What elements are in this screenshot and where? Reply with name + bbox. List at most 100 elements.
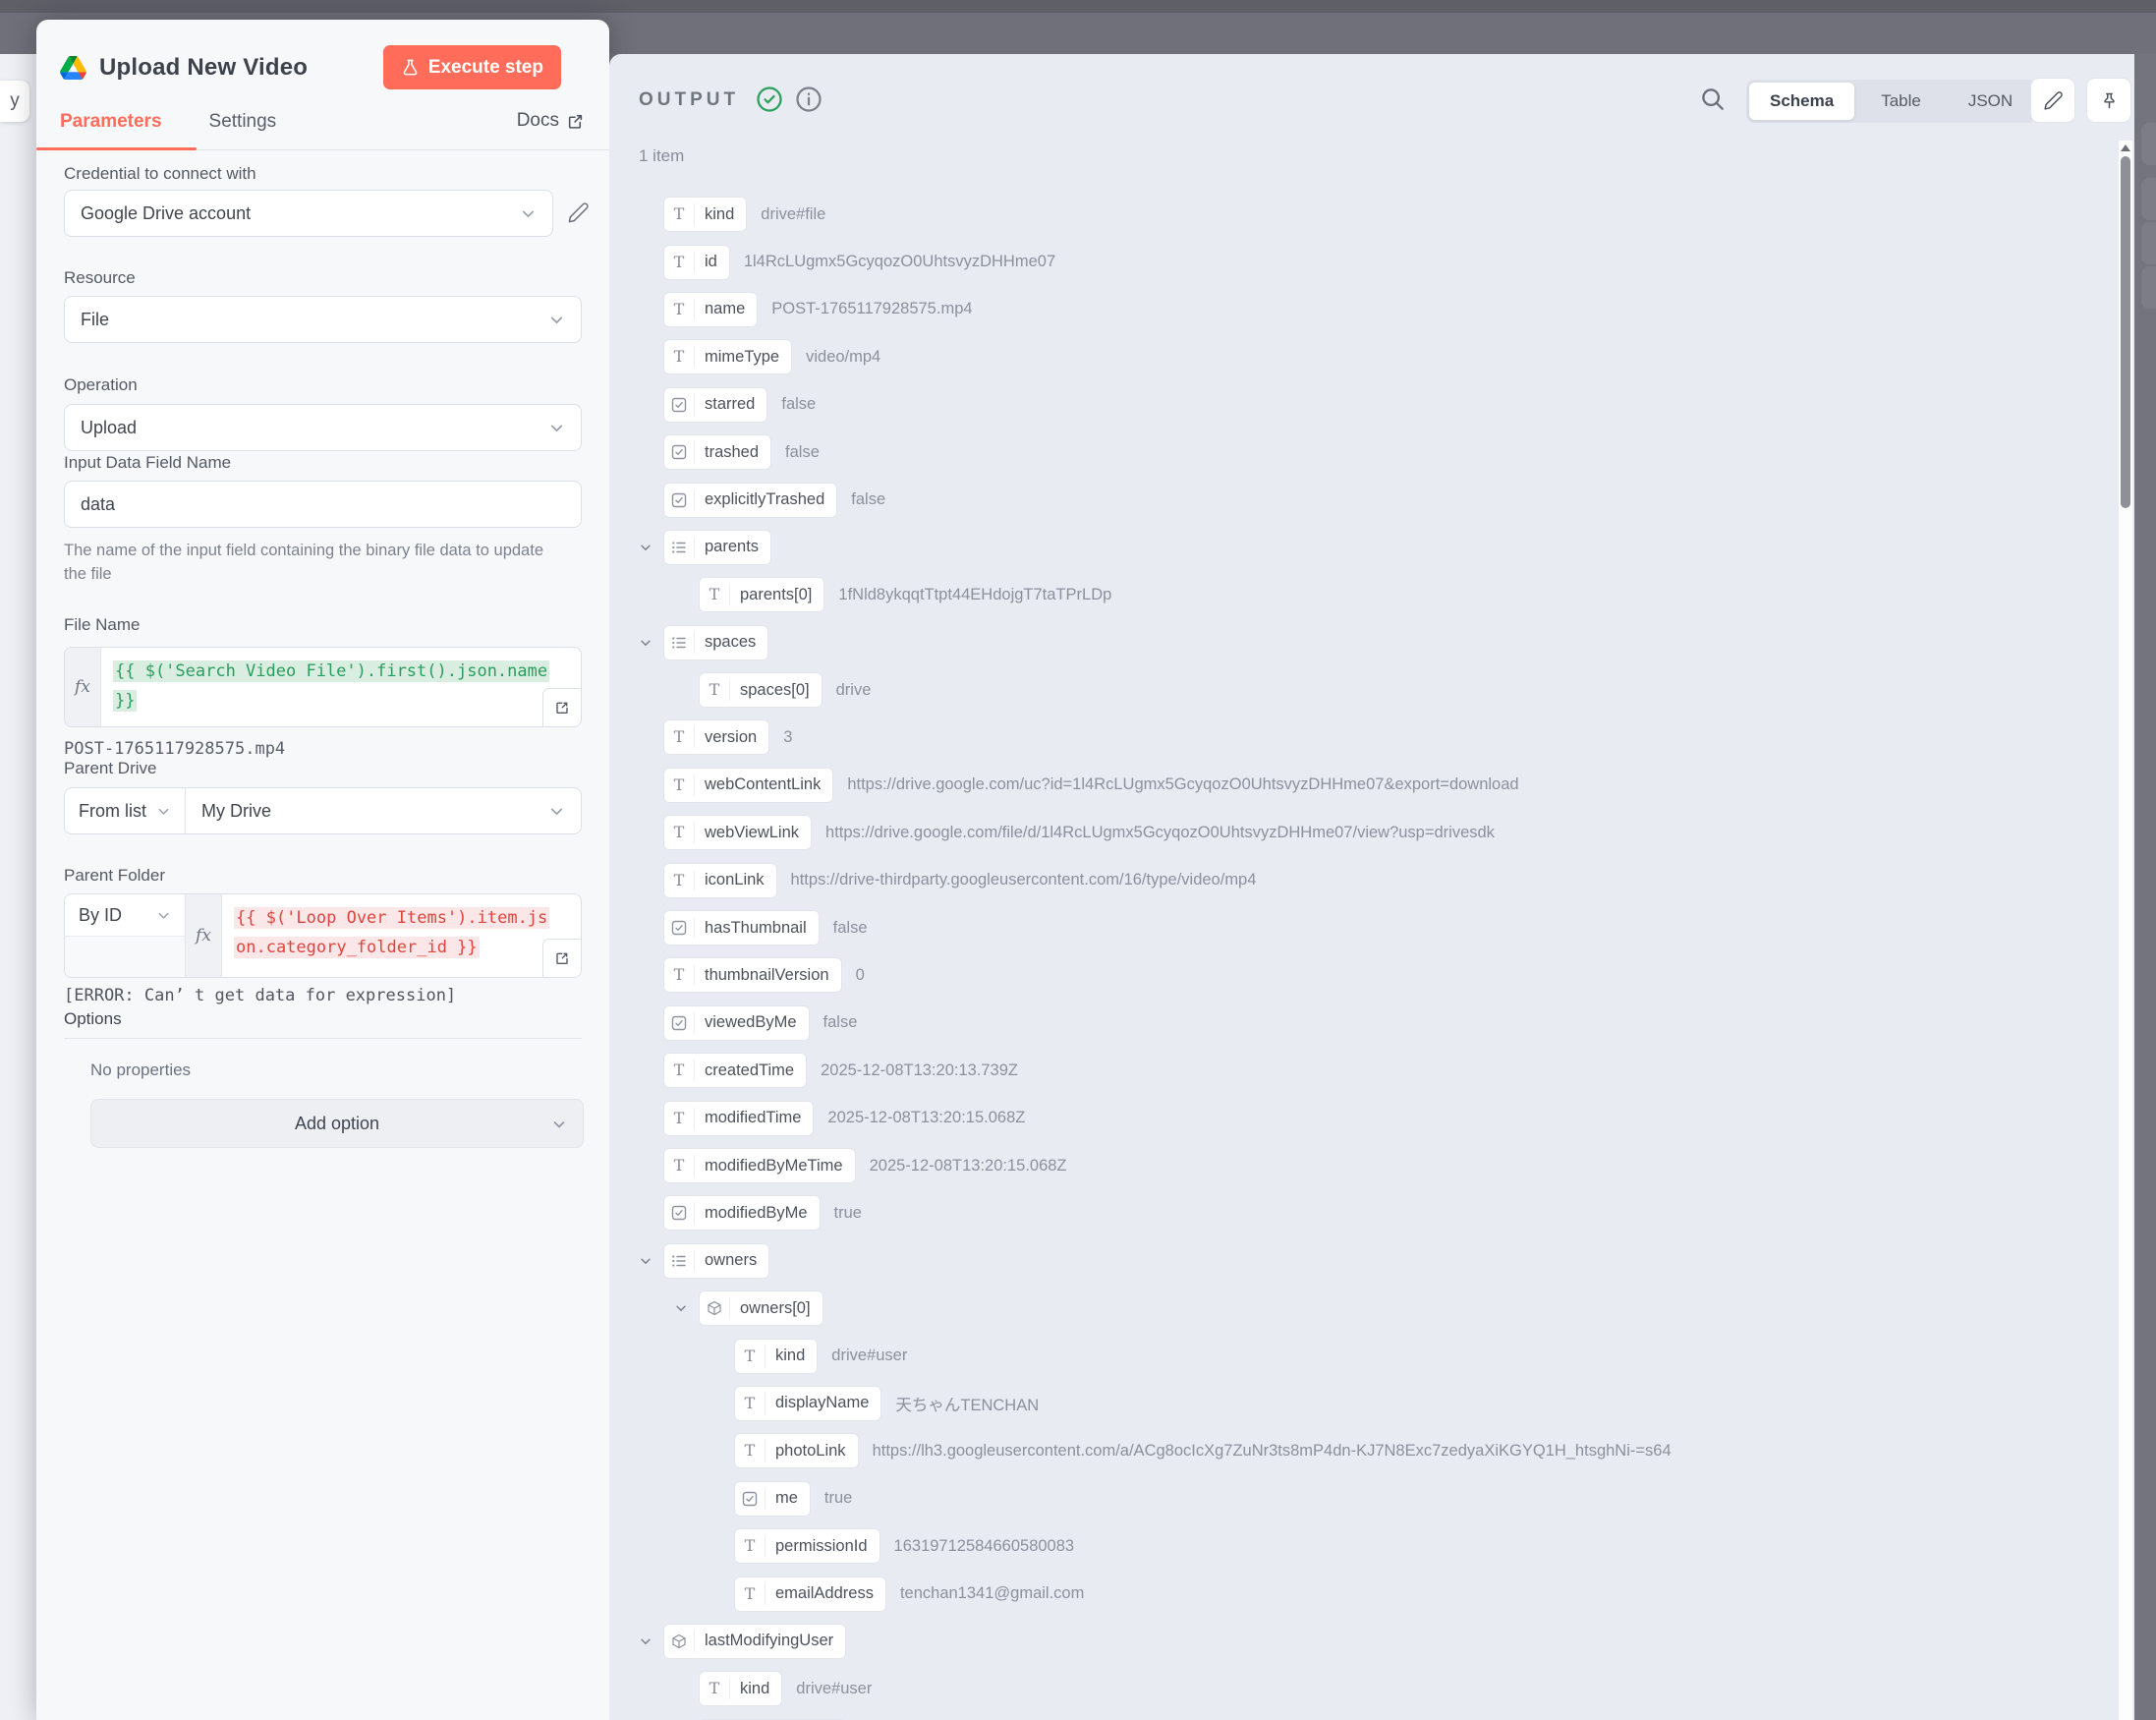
schema-value: true: [824, 1489, 852, 1508]
schema-value: false: [781, 395, 816, 414]
open-expression-editor-icon[interactable]: [542, 688, 581, 726]
items-count: 1 item: [639, 146, 684, 166]
schema-value: drive#file: [761, 205, 825, 224]
schema-row: viewedByMefalse: [609, 1000, 2113, 1047]
schema-key-pill[interactable]: TiconLink: [664, 864, 776, 897]
schema-key: iconLink: [695, 871, 776, 889]
collapse-chevron-icon[interactable]: [639, 1254, 652, 1268]
schema-key-pill[interactable]: me: [735, 1482, 810, 1516]
schema-row: TwebViewLinkhttps://drive.google.com/fil…: [609, 809, 2113, 856]
schema-row: Tversion3: [609, 714, 2113, 761]
collapse-chevron-icon[interactable]: [674, 1301, 688, 1315]
collapse-chevron-icon[interactable]: [639, 636, 652, 650]
schema-key: me: [766, 1489, 810, 1508]
schema-row: TiconLinkhttps://drive-thirdparty.google…: [609, 856, 2113, 903]
expression-code[interactable]: {{ $('Search Video File').first().json.n…: [101, 648, 581, 726]
schema-key-pill[interactable]: explicitlyTrashed: [664, 484, 836, 517]
schema-key-pill[interactable]: trashed: [664, 435, 770, 469]
view-tab-schema[interactable]: Schema: [1749, 83, 1854, 120]
string-type-icon: T: [664, 252, 695, 273]
schema-key-pill[interactable]: TemailAddress: [735, 1577, 885, 1611]
schema-key-pill[interactable]: Tparents[0]: [700, 578, 823, 611]
schema-key: starred: [695, 395, 766, 414]
search-icon[interactable]: [1698, 85, 1728, 119]
schema-key-pill[interactable]: TthumbnailVersion: [664, 958, 841, 992]
schema-key-pill[interactable]: TphotoLink: [735, 1434, 858, 1467]
list-type-icon: [664, 632, 695, 654]
schema-row: TdisplayName天ちゃんTENCHAN: [609, 1380, 2113, 1427]
schema-key-pill[interactable]: owners[0]: [700, 1291, 823, 1325]
credential-select[interactable]: Google Drive account: [64, 190, 553, 237]
parent-drive-select[interactable]: My Drive: [186, 788, 581, 833]
parent-folder-mode: By ID: [79, 905, 122, 926]
schema-key: displayName: [766, 1394, 880, 1412]
resource-select[interactable]: File: [64, 296, 582, 343]
info-icon[interactable]: [794, 85, 823, 114]
parent-folder-error: [ERROR: Can’ t get data for expression]: [64, 986, 456, 1005]
open-expression-editor-icon[interactable]: [542, 939, 581, 977]
parent-folder-mode-select[interactable]: By ID: [65, 894, 185, 937]
scrollbar-thumb[interactable]: [2121, 156, 2130, 508]
schema-value: 16319712584660580083: [894, 1537, 1075, 1556]
view-tab-table[interactable]: Table: [1860, 83, 1942, 120]
schema-key-pill[interactable]: Tname: [664, 293, 757, 326]
schema-key-pill[interactable]: Tversion: [664, 720, 768, 754]
schema-key-pill[interactable]: TmodifiedTime: [664, 1102, 813, 1135]
scrollbar[interactable]: [2119, 141, 2132, 1720]
string-type-icon: T: [664, 203, 695, 225]
schema-key-pill[interactable]: viewedByMe: [664, 1006, 809, 1040]
tab-settings[interactable]: Settings: [209, 111, 277, 133]
schema-key-pill[interactable]: lastModifyingUser: [664, 1625, 845, 1658]
docs-label: Docs: [517, 110, 559, 132]
schema-key-pill[interactable]: TdisplayName: [735, 1387, 880, 1420]
edit-credential-icon[interactable]: [567, 201, 590, 229]
schema-key-pill[interactable]: parents: [664, 531, 770, 564]
execute-step-button[interactable]: Execute step: [383, 45, 561, 89]
boolean-type-icon: [664, 1202, 695, 1224]
schema-key-pill[interactable]: Tkind: [700, 1672, 781, 1705]
add-option-button[interactable]: Add option: [90, 1099, 584, 1148]
view-tab-json[interactable]: JSON: [1948, 83, 2033, 120]
operation-select[interactable]: Upload: [64, 404, 582, 451]
string-type-icon: T: [735, 1393, 766, 1414]
schema-row: modifiedByMetrue: [609, 1189, 2113, 1236]
schema-key-pill[interactable]: TcreatedTime: [664, 1054, 806, 1087]
input-data-field-help: The name of the input field containing t…: [64, 539, 567, 587]
schema-key: kind: [766, 1347, 817, 1365]
docs-link[interactable]: Docs: [517, 110, 584, 132]
scrollbar-up-arrow[interactable]: [2121, 144, 2130, 151]
schema-key-pill[interactable]: hasThumbnail: [664, 911, 819, 945]
file-name-expression[interactable]: fx {{ $('Search Video File').first().jso…: [64, 647, 582, 727]
schema-key-pill[interactable]: Tkind: [664, 198, 746, 231]
schema-row: TmodifiedTime2025-12-08T13:20:15.068Z: [609, 1094, 2113, 1141]
expression-line: {{ $('Loop Over Items').item.js: [234, 907, 549, 929]
tab-parameters[interactable]: Parameters: [60, 111, 162, 133]
schema-key-pill[interactable]: TwebContentLink: [664, 769, 832, 802]
schema-row: TwebContentLinkhttps://drive.google.com/…: [609, 762, 2113, 809]
schema-key: trashed: [695, 443, 770, 462]
rail-button[interactable]: y: [0, 81, 29, 122]
schema-key-pill[interactable]: TmimeType: [664, 340, 791, 373]
collapse-chevron-icon[interactable]: [639, 1634, 652, 1648]
canvas-control-ghost: [2141, 123, 2156, 165]
schema-key-pill[interactable]: starred: [664, 388, 766, 422]
schema-key-pill[interactable]: owners: [664, 1244, 768, 1278]
expression-code[interactable]: {{ $('Loop Over Items').item.js on.categ…: [222, 894, 581, 977]
input-data-field-input[interactable]: data: [64, 481, 582, 528]
schema-key-pill[interactable]: TwebViewLink: [664, 816, 811, 849]
schema-key-pill[interactable]: modifiedByMe: [664, 1196, 820, 1230]
string-type-icon: T: [664, 774, 695, 796]
pin-data-button[interactable]: [2086, 78, 2131, 123]
schema-key-pill[interactable]: spaces: [664, 626, 767, 659]
collapse-chevron-icon[interactable]: [639, 541, 652, 554]
schema-key-pill[interactable]: Tid: [664, 246, 729, 279]
schema-key-pill[interactable]: TpermissionId: [735, 1529, 879, 1563]
schema-key-pill[interactable]: TmodifiedByMeTime: [664, 1149, 855, 1182]
schema-key-pill[interactable]: Tkind: [735, 1340, 817, 1373]
expression-line: {{ $('Search Video File').first().json.n…: [113, 660, 549, 682]
parent-drive-mode-select[interactable]: From list: [65, 788, 186, 833]
schema-row: spaces: [609, 619, 2113, 666]
edit-output-button[interactable]: [2030, 78, 2075, 123]
schema-key-pill[interactable]: Tspaces[0]: [700, 673, 822, 707]
schema-row: Tkinddrive#user: [609, 1665, 2113, 1712]
